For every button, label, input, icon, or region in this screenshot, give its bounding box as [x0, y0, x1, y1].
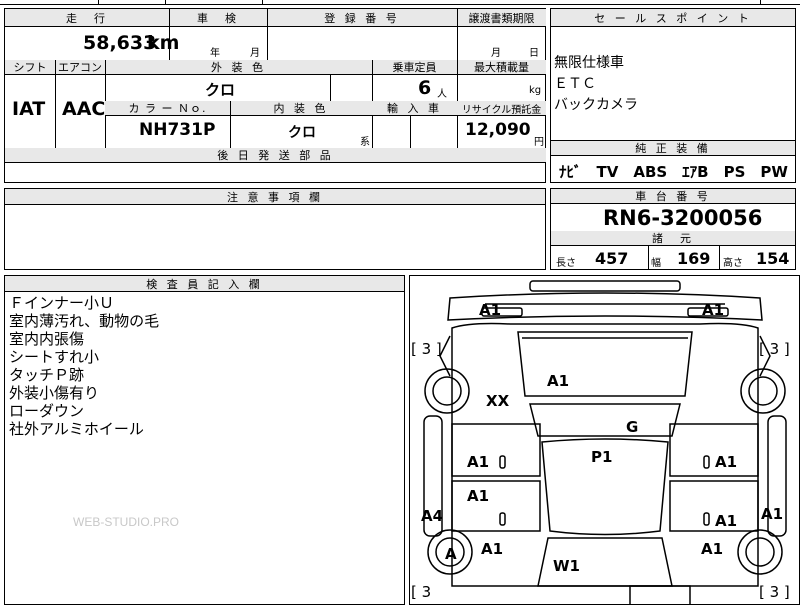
chassis-number: RN6-3200056: [603, 206, 763, 230]
mark-bracket-rr: [ 3 ]: [759, 583, 790, 601]
capacity-value: 6: [418, 77, 432, 99]
sales-point-line: 無限仕様車: [554, 55, 624, 71]
transfer-deadline-label: 譲渡書類期限: [457, 9, 546, 27]
top-strip: [0, 0, 800, 5]
mileage-unit: km: [147, 32, 180, 54]
sales-points-panel: セ ー ル ス ポ イ ン ト 無限仕様車 ＥＴＣ バックカメラ 純 正 装 備…: [550, 8, 796, 183]
mark-rear-fender-right: A1: [701, 540, 724, 558]
mark-front-door-left: A1: [467, 453, 490, 471]
main-table: 走 行 車 検 登 録 番 号 譲渡書類期限 58,633 km 年 月 月 日…: [4, 8, 546, 183]
mark-front-right: A1: [702, 301, 725, 319]
inspector-notes-label: 検 査 員 記 入 欄: [5, 276, 404, 292]
shift-value: IAT: [12, 98, 46, 120]
mark-sill-right: A1: [761, 505, 784, 523]
max-load-unit: kg: [529, 85, 542, 96]
aircon-label: エアコン: [55, 60, 105, 75]
month-suffix: 月: [250, 48, 260, 59]
sales-point-line: バックカメラ: [554, 97, 638, 113]
caution-panel: 注 意 事 項 欄: [4, 188, 546, 270]
capacity-unit: 人: [437, 89, 447, 100]
max-load-label: 最大積載量: [457, 60, 546, 75]
mark-bracket-fr: [ 3 ]: [759, 340, 790, 358]
exterior-color-value: クロ: [205, 81, 236, 99]
sales-point-line: ＥＴＣ: [554, 76, 596, 92]
later-parts-label: 後 日 発 送 部 品: [5, 148, 546, 163]
sales-points-label: セ ー ル ス ポ イ ン ト: [551, 9, 795, 27]
note-line: 外装小傷有り: [9, 384, 100, 402]
exterior-color-label: 外 装 色: [105, 60, 372, 75]
recycle-value: 12,090: [465, 120, 531, 140]
genuine-equipment-value: ﾅﾋﾞ TV ABS ｴｱB PS PW: [559, 163, 788, 181]
watermark: WEB-STUDIO.PRO: [73, 515, 180, 529]
year-suffix: 年: [210, 48, 220, 59]
specs-label: 諸 元: [551, 231, 795, 246]
mark-roof: P1: [591, 448, 613, 466]
note-line: 室内内張傷: [9, 330, 85, 348]
import-label: 輸 入 車: [372, 101, 457, 116]
note-line: ローダウン: [9, 402, 85, 420]
mark-rear-door-right: A1: [715, 512, 738, 530]
sales-points-list: 無限仕様車 ＥＴＣ バックカメラ: [554, 53, 638, 116]
mark-windshield: G: [626, 418, 639, 436]
mark-hood: A1: [547, 372, 570, 390]
color-no-value: NH731P: [139, 120, 216, 140]
note-line: 社外アルミホイール: [9, 420, 144, 438]
interior-color-suffix: 系: [360, 137, 370, 148]
interior-color-value: クロ: [288, 125, 316, 141]
color-no-label: カ ラ ー Ｎｏ.: [105, 101, 230, 116]
inspector-notes-list: Ｆインナー小Ｕ 室内薄汚れ、動物の毛 室内内張傷 シートすれ小 タッチＰ跡 外装…: [9, 294, 159, 438]
width-value: 169: [677, 249, 711, 268]
caution-label: 注 意 事 項 欄: [5, 189, 545, 205]
length-label: 長さ: [556, 258, 576, 269]
transfer-day-suffix: 日: [529, 48, 539, 59]
mark-bracket-rl: [ 3: [411, 583, 432, 601]
note-line: Ｆインナー小Ｕ: [9, 294, 115, 312]
note-line: 室内薄汚れ、動物の毛: [9, 312, 160, 330]
recycle-unit: 円: [534, 137, 544, 148]
aircon-value: AAC: [62, 98, 106, 120]
height-value: 154: [756, 249, 790, 268]
note-line: シートすれ小: [9, 348, 100, 366]
inspector-notes-panel: 検 査 員 記 入 欄 Ｆインナー小Ｕ 室内薄汚れ、動物の毛 室内内張傷 シート…: [4, 275, 405, 605]
mark-rear-door-left: A1: [467, 487, 490, 505]
note-line: タッチＰ跡: [9, 366, 85, 384]
mileage-label: 走 行: [5, 9, 169, 27]
height-label: 高さ: [723, 258, 743, 269]
chassis-panel: 車 台 番 号 RN6-3200056 諸 元 長さ 457 幅 169 高さ …: [550, 188, 796, 270]
mark-rear-window: W1: [553, 557, 580, 575]
chassis-label: 車 台 番 号: [551, 189, 795, 204]
mileage-value: 58,633: [83, 32, 157, 54]
mark-bracket-fl: [ 3 ]: [411, 340, 442, 358]
interior-color-label: 内 装 色: [230, 101, 372, 116]
capacity-label: 乗車定員: [372, 60, 457, 75]
width-label: 幅: [651, 258, 661, 269]
mark-sill-left: A4: [421, 507, 444, 525]
mark-rear-wheel-left: A: [445, 545, 457, 563]
car-diagram-panel: A1 A1 [ 3 ] [ 3 ] A1 XX G P1 A1 A1 A1 A1…: [409, 275, 800, 605]
transfer-month-suffix: 月: [491, 48, 501, 59]
mark-rear-fender-left: A1: [481, 540, 504, 558]
inspection-label: 車 検: [169, 9, 267, 27]
length-value: 457: [595, 249, 629, 268]
shift-label: シフト: [5, 60, 55, 75]
recycle-label: リサイクル預託金: [457, 101, 546, 116]
mark-front-door-right: A1: [715, 453, 738, 471]
mark-front-left: A1: [479, 301, 502, 319]
car-outline-diagram: [423, 280, 787, 604]
reg-number-label: 登 録 番 号: [267, 9, 457, 27]
mark-front-fender-left: XX: [486, 392, 510, 410]
genuine-equipment-label: 純 正 装 備: [551, 141, 795, 156]
